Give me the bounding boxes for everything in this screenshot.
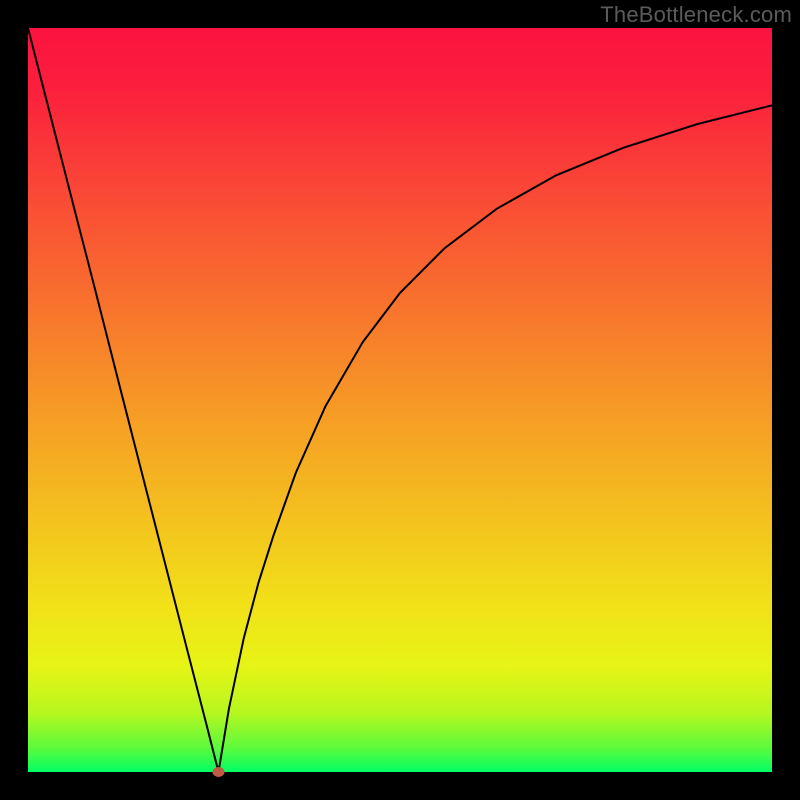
- watermark-text: TheBottleneck.com: [600, 2, 792, 28]
- plot-area: [28, 28, 772, 772]
- curve-path: [28, 28, 772, 772]
- chart-frame: TheBottleneck.com: [0, 0, 800, 800]
- curve-svg: [28, 28, 772, 772]
- minimum-marker: [213, 767, 225, 777]
